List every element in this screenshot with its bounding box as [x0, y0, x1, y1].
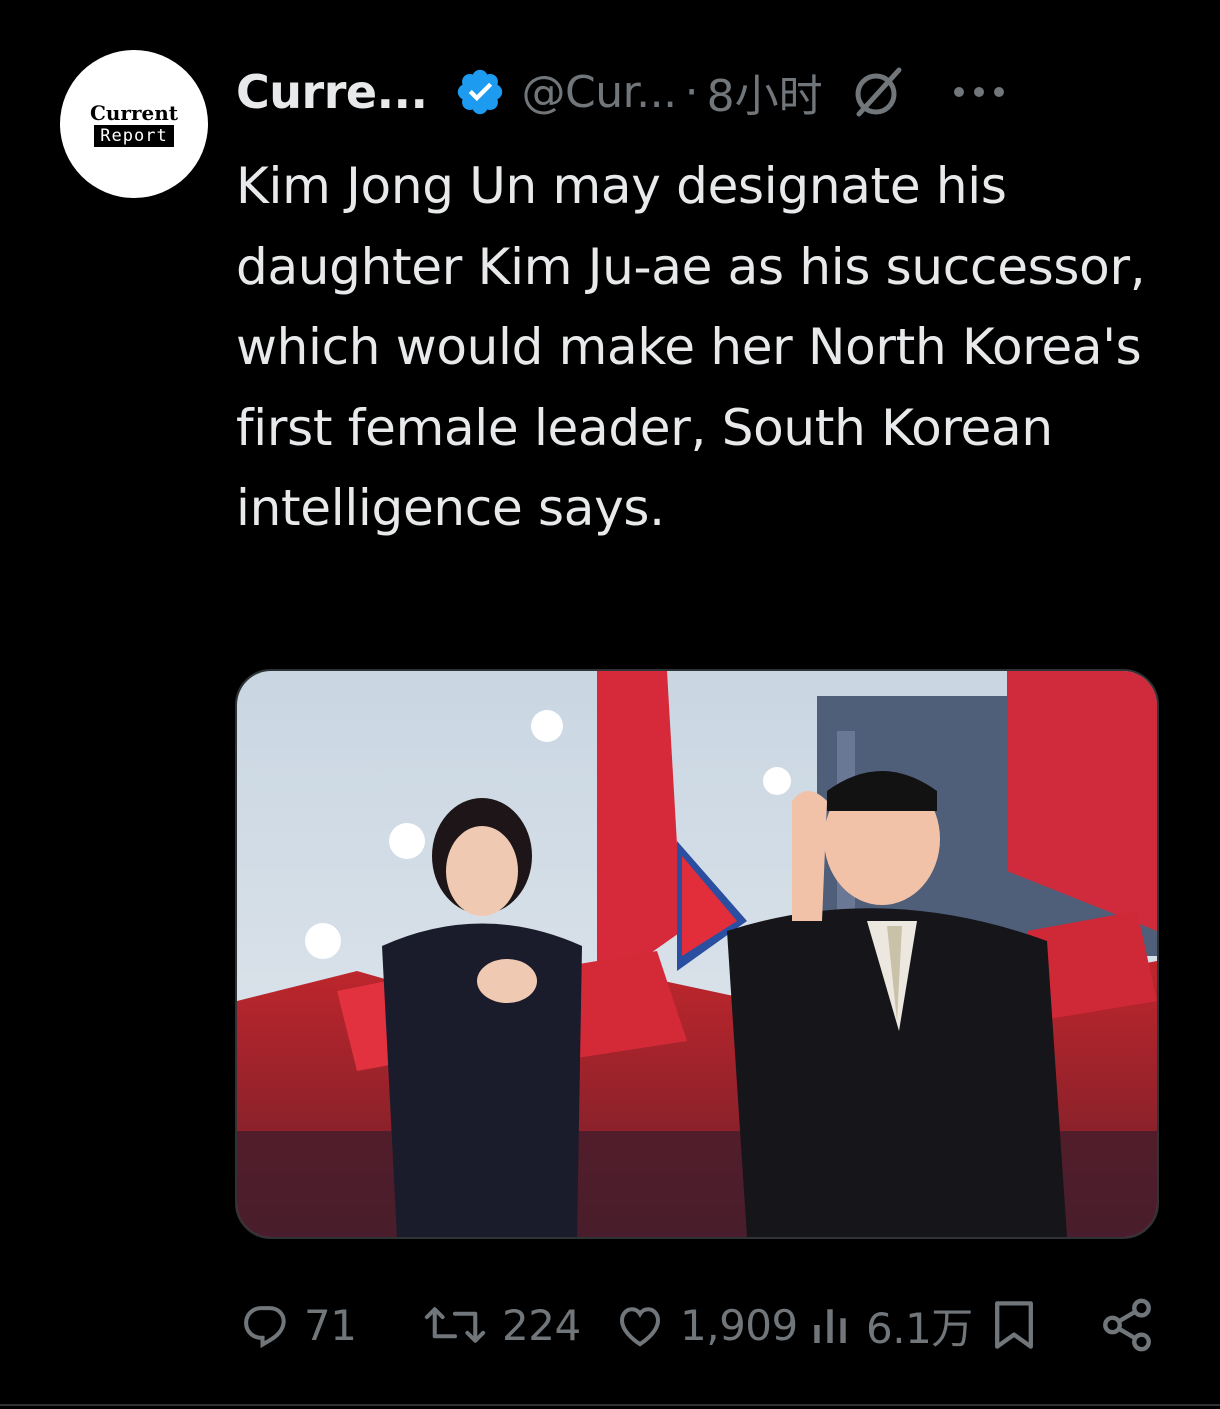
like-icon [619, 1307, 661, 1347]
reply-icon [244, 1306, 286, 1349]
avatar[interactable]: Current Report [60, 50, 208, 198]
views-icon [814, 1309, 846, 1343]
tweet-text: Kim Jong Un may designate his daughter K… [236, 157, 1146, 537]
share-icon [1103, 1298, 1151, 1352]
views-count: 6.1万 [866, 1303, 973, 1353]
photo-scene [237, 671, 1157, 1237]
views-button[interactable]: 6.1万 [806, 1290, 973, 1360]
share-button[interactable] [1098, 1290, 1156, 1360]
tweet[interactable]: Current Report Curre... @Cur... · 8小时 Ki… [0, 0, 1220, 1409]
author-name[interactable]: Curre... [236, 65, 428, 119]
reply-button[interactable]: 71 [238, 1290, 357, 1360]
reply-count: 71 [304, 1300, 357, 1350]
bookmark-icon [995, 1301, 1033, 1349]
repost-count: 224 [502, 1300, 581, 1350]
divider [0, 1404, 1220, 1406]
avatar-text-current: Current [89, 100, 179, 125]
repost-button[interactable]: 224 [420, 1290, 581, 1360]
bookmark-button[interactable] [990, 1290, 1038, 1360]
repost-icon [424, 1307, 486, 1343]
action-bar: 71 224 1,909 6.1万 [0, 1290, 1220, 1360]
more-icon[interactable] [951, 82, 1007, 102]
grok-icon[interactable] [849, 62, 909, 122]
separator-dot: · [684, 66, 699, 118]
tweet-photo[interactable] [235, 669, 1159, 1239]
like-count: 1,909 [680, 1300, 798, 1350]
like-button[interactable]: 1,909 [612, 1290, 798, 1360]
timestamp[interactable]: 8小时 [707, 60, 823, 124]
tweet-header: Curre... @Cur... · 8小时 [236, 60, 1007, 124]
avatar-text-report: Report [94, 124, 174, 147]
verified-badge-icon[interactable] [454, 66, 506, 118]
author-handle[interactable]: @Cur... [522, 67, 678, 118]
